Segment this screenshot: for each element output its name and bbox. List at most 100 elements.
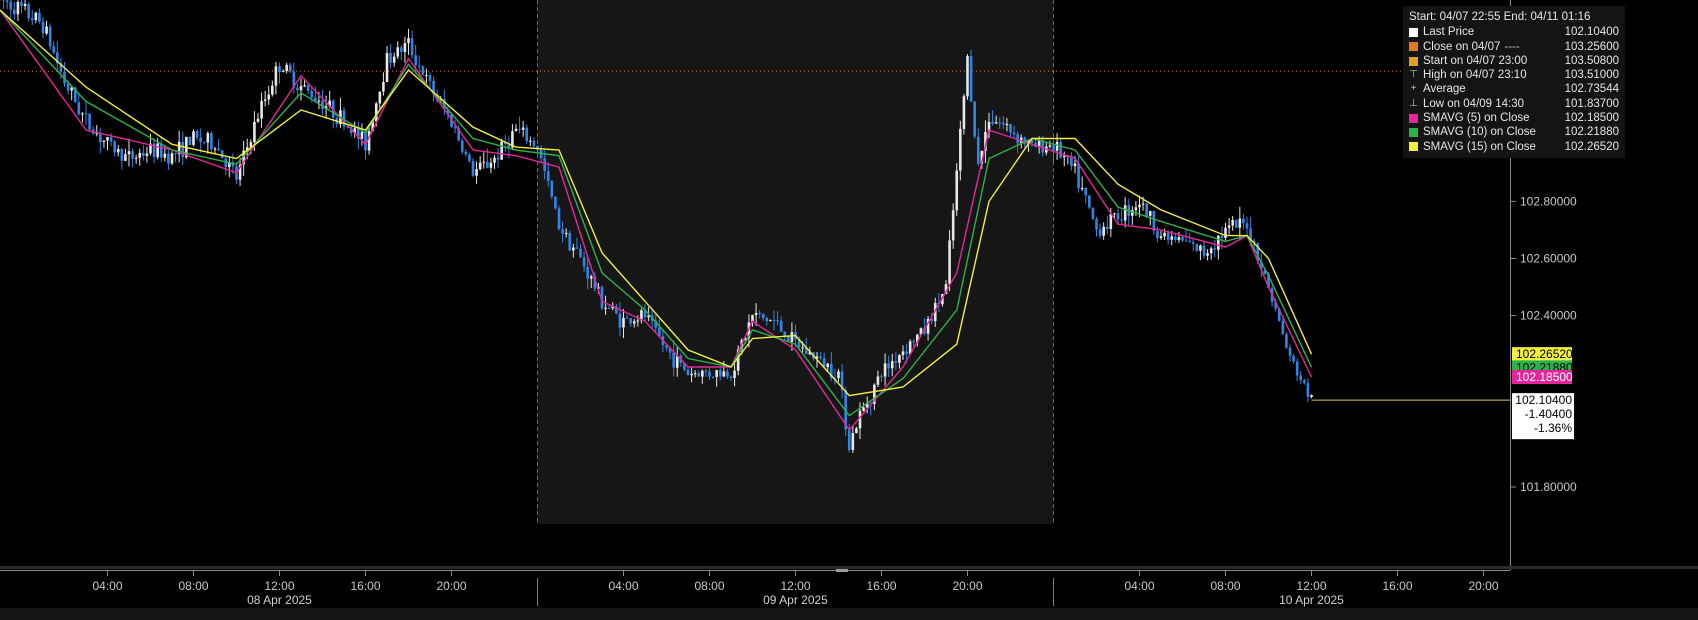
candle-body bbox=[167, 153, 170, 164]
legend-value: 103.50800 bbox=[1564, 54, 1619, 67]
candle-body bbox=[589, 276, 593, 279]
legend-value: 102.73544 bbox=[1564, 83, 1619, 96]
candle-body bbox=[586, 266, 589, 279]
candle-body bbox=[1098, 229, 1102, 236]
candle-body bbox=[704, 370, 708, 372]
candle-body bbox=[887, 363, 890, 369]
candle-body bbox=[1145, 203, 1148, 216]
x-tick-label: 16:00 bbox=[866, 579, 896, 593]
candle-body bbox=[790, 332, 794, 342]
candle-body bbox=[52, 46, 56, 53]
candle-body bbox=[48, 26, 52, 47]
candle-body bbox=[729, 376, 733, 378]
x-tick-label: 20:00 bbox=[952, 579, 982, 593]
candle-body bbox=[1231, 220, 1234, 226]
legend-label: Close on 04/07 ---- bbox=[1423, 40, 1520, 53]
candle-body bbox=[1059, 141, 1062, 158]
candle-body bbox=[253, 121, 256, 143]
candle-body bbox=[131, 151, 134, 159]
candle-body bbox=[127, 151, 131, 155]
legend-swatch bbox=[1409, 142, 1418, 152]
candle-body bbox=[1002, 122, 1005, 125]
legend-label: High on 04/07 23:10 bbox=[1423, 69, 1527, 82]
candle-body bbox=[607, 307, 611, 309]
candle-body bbox=[883, 363, 887, 377]
scroll-handle[interactable] bbox=[836, 569, 848, 572]
candle-body bbox=[994, 122, 998, 124]
candle-body bbox=[1281, 320, 1285, 335]
candle-body bbox=[622, 317, 625, 328]
legend-label: Average bbox=[1423, 83, 1466, 96]
x-tick-label: 04:00 bbox=[1124, 579, 1154, 593]
legend-swatch bbox=[1409, 113, 1418, 123]
candle-body bbox=[303, 85, 306, 87]
candle-body bbox=[554, 196, 557, 209]
candle-body bbox=[686, 369, 690, 376]
candle-body bbox=[708, 371, 711, 377]
candle-body bbox=[532, 140, 536, 147]
candle-body bbox=[285, 64, 288, 72]
candle-body bbox=[1224, 227, 1227, 238]
candle-body bbox=[819, 356, 822, 358]
legend-row: Last Price 102.10400 bbox=[1409, 25, 1619, 39]
candle-body bbox=[202, 142, 206, 144]
candle-body bbox=[1062, 155, 1066, 158]
bottom-strip bbox=[0, 608, 1698, 620]
candle-body bbox=[998, 122, 1002, 124]
candle-body bbox=[410, 38, 414, 56]
candle-body bbox=[858, 410, 862, 429]
candle-body bbox=[482, 161, 486, 163]
candle-body bbox=[134, 157, 138, 159]
candle-body bbox=[23, 3, 27, 7]
candle-body bbox=[758, 313, 761, 315]
candle-body bbox=[403, 43, 407, 52]
x-tick-label: 16:00 bbox=[1382, 579, 1412, 593]
last-price-box-line: 102.10400 bbox=[1515, 393, 1572, 407]
candle-body bbox=[475, 169, 478, 176]
candle-body bbox=[1199, 245, 1202, 251]
candle-body bbox=[722, 371, 726, 377]
candle-body bbox=[855, 428, 858, 434]
x-date-label: 10 Apr 2025 bbox=[1279, 593, 1344, 607]
candle-body bbox=[568, 232, 572, 251]
legend-glyph: ⊥ bbox=[1409, 97, 1418, 109]
legend-row: ⊥ Low on 04/09 14:30 101.83700 bbox=[1409, 97, 1619, 111]
candle-body bbox=[582, 257, 586, 267]
legend-dash: ---- bbox=[1504, 40, 1520, 53]
candle-body bbox=[969, 56, 973, 102]
last-price-box-line: -1.36% bbox=[1534, 421, 1572, 435]
candle-body bbox=[1055, 141, 1059, 151]
candle-body bbox=[428, 74, 432, 81]
legend-label: SMAVG (15) on Close bbox=[1423, 140, 1536, 153]
candle-body bbox=[715, 370, 718, 377]
candle-body bbox=[1012, 132, 1016, 135]
candle-body bbox=[407, 38, 410, 44]
x-tick-label: 20:00 bbox=[436, 579, 466, 593]
candle-body bbox=[500, 141, 503, 160]
x-tick-label: 08:00 bbox=[178, 579, 208, 593]
candle-body bbox=[543, 158, 546, 172]
candle-body bbox=[1156, 230, 1159, 239]
x-date-label: 08 Apr 2025 bbox=[247, 593, 312, 607]
candle-body bbox=[1245, 223, 1249, 229]
candle-body bbox=[288, 64, 292, 72]
candle-body bbox=[618, 313, 622, 328]
candle-body bbox=[493, 157, 496, 163]
legend-row: SMAVG (10) on Close 102.21880 bbox=[1409, 125, 1619, 139]
candle-body bbox=[1152, 210, 1156, 231]
candle-body bbox=[951, 210, 955, 241]
candle-body bbox=[1080, 188, 1084, 190]
x-date-label: 09 Apr 2025 bbox=[763, 593, 828, 607]
candle-body bbox=[529, 140, 532, 142]
candle-body bbox=[1048, 145, 1052, 147]
candle-body bbox=[210, 133, 213, 150]
candle-body bbox=[142, 153, 145, 156]
candle-body bbox=[1091, 207, 1095, 219]
candle-body bbox=[1191, 242, 1195, 244]
candle-body bbox=[1292, 355, 1295, 362]
x-tick-label: 08:00 bbox=[694, 579, 724, 593]
legend-swatch bbox=[1409, 128, 1418, 138]
candle-body bbox=[113, 141, 116, 153]
candle-body bbox=[417, 65, 421, 67]
candle-body bbox=[1077, 163, 1080, 189]
